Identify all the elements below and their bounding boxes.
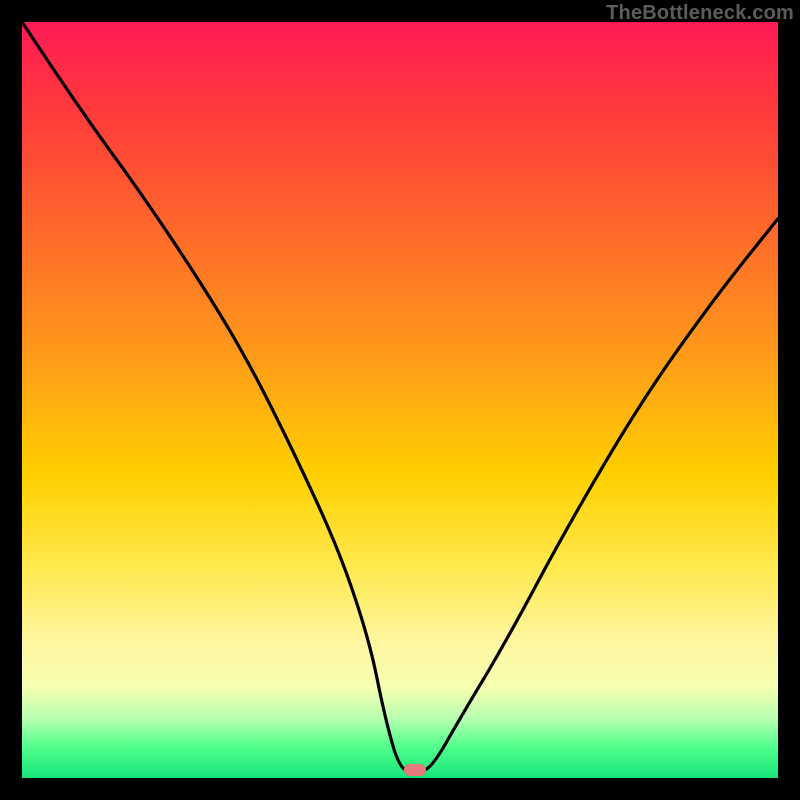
chart-frame: TheBottleneck.com [0,0,800,800]
plot-area [22,22,778,778]
bottleneck-curve [22,22,778,778]
optimal-point-marker [404,764,426,776]
